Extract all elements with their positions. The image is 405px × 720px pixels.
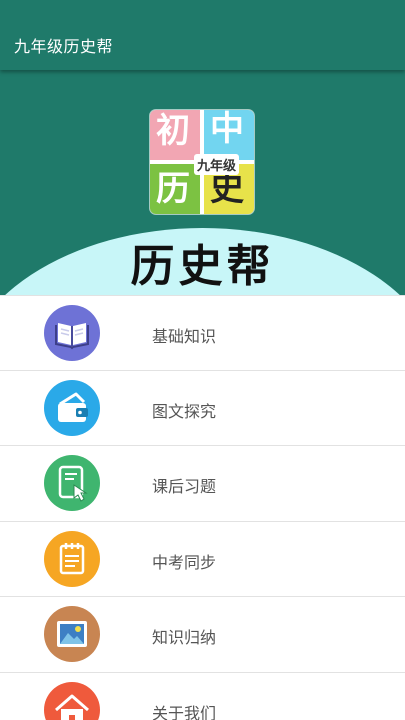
main-menu: 基础知识 图文探究 课后习题 中考同步 知识归纳 关于我们: [0, 295, 405, 720]
menu-item-label: 关于我们: [152, 703, 217, 720]
menu-item-label: 知识归纳: [152, 628, 217, 647]
menu-item-about-us[interactable]: 关于我们: [0, 672, 405, 720]
tablet-tap-icon: [44, 455, 100, 511]
logo-char: 中: [210, 110, 244, 149]
menu-item-basic-knowledge[interactable]: 基础知识: [0, 295, 405, 371]
menu-item-label: 中考同步: [152, 552, 217, 572]
menu-item-label: 图文探究: [152, 401, 217, 421]
logo-char: 历: [156, 169, 190, 209]
logo-grade: 九年级: [194, 154, 240, 175]
menu-item-exam-sync[interactable]: 中考同步: [0, 521, 405, 597]
app-title: 九年级历史帮: [14, 37, 114, 56]
logo-char: 初: [156, 111, 190, 151]
hero-banner: 初 中 历 史 九年级 历史帮: [0, 70, 405, 295]
home-icon: [44, 681, 100, 720]
menu-item-label: 基础知识: [152, 327, 217, 346]
hero-title: 历史帮: [130, 241, 275, 292]
menu-item-illustrated-inquiry[interactable]: 图文探究: [0, 370, 405, 446]
app-logo: 初 中 历 史 九年级: [150, 110, 254, 214]
menu-item-exercises[interactable]: 课后习题: [0, 446, 405, 522]
menu-item-summary[interactable]: 知识归纳: [0, 597, 405, 673]
picture-icon: [44, 606, 100, 662]
book-icon: [44, 305, 100, 361]
wallet-icon: [44, 379, 100, 436]
app-bar: 九年级历史帮: [0, 0, 405, 70]
menu-item-label: 课后习题: [152, 477, 217, 496]
logo-char: 史: [210, 169, 244, 209]
notepad-icon: [44, 530, 100, 587]
